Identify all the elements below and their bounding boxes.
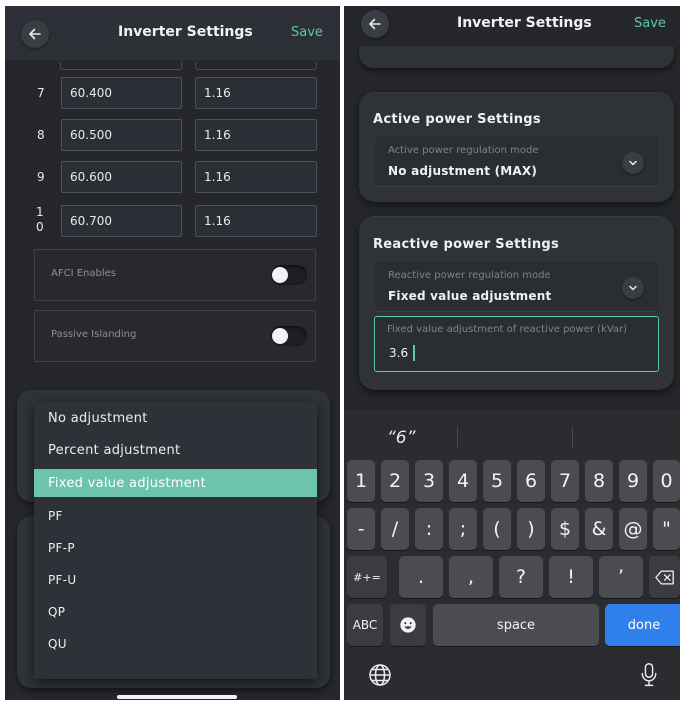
key[interactable]: 0 [653, 460, 680, 502]
text-cursor [413, 345, 415, 361]
section-title: Reactive power Settings [373, 237, 560, 252]
row-number: 8 [37, 128, 45, 142]
space-key[interactable]: space [433, 604, 599, 646]
ratio-input[interactable]: 1.16 [195, 119, 317, 151]
dropdown-option[interactable]: QU [34, 630, 317, 658]
key[interactable]: 6 [517, 460, 545, 502]
done-key[interactable]: done [605, 604, 680, 646]
dropdown-option[interactable]: PF-U [34, 566, 317, 594]
key[interactable]: " [653, 508, 680, 550]
save-button[interactable]: Save [634, 16, 666, 31]
ratio-input[interactable]: 1.16 [195, 77, 317, 109]
emoji-icon [400, 617, 416, 633]
key[interactable]: @ [619, 508, 647, 550]
key[interactable]: - [347, 508, 375, 550]
home-indicator[interactable] [117, 695, 237, 699]
suggestion-divider [457, 426, 458, 448]
key[interactable]: / [381, 508, 409, 550]
delete-key[interactable] [649, 556, 680, 598]
ratio-input[interactable]: 1.16 [195, 205, 317, 237]
settings-card-partial [359, 46, 674, 68]
select-label: Reactive power regulation mode [388, 270, 551, 281]
key[interactable]: 4 [449, 460, 477, 502]
key[interactable]: 5 [483, 460, 511, 502]
left-screen: Inverter Settings Save 7 60.400 1.16 8 6… [5, 6, 340, 700]
key[interactable]: 1 [347, 460, 375, 502]
numeric-keyboard: “6” 1 2 3 4 5 6 7 8 9 0 - / : ; ( ) $ & … [344, 410, 680, 700]
key[interactable]: $ [551, 508, 579, 550]
active-power-mode-select[interactable]: Active power regulation mode No adjustme… [375, 137, 658, 187]
toggle-knob [272, 267, 288, 283]
header-bar: Inverter Settings Save [344, 6, 680, 46]
select-value: Fixed value adjustment [388, 289, 552, 303]
arrow-left-icon [29, 28, 41, 40]
key[interactable]: ? [499, 556, 543, 598]
dropdown-option[interactable]: QP [34, 598, 317, 626]
globe-icon[interactable] [367, 662, 393, 688]
row-number: 7 [37, 86, 45, 100]
input-label: Fixed value adjustment of reactive power… [387, 324, 628, 335]
key[interactable]: 7 [551, 460, 579, 502]
chevron-down-icon[interactable] [622, 152, 644, 174]
frequency-input[interactable]: 60.500 [61, 119, 182, 151]
microphone-icon[interactable] [637, 660, 661, 690]
reactive-power-value-input[interactable]: Fixed value adjustment of reactive power… [374, 316, 659, 372]
row-number: 9 [37, 170, 45, 184]
passive-islanding-setting: Passive Islanding [34, 310, 316, 362]
key[interactable]: 9 [619, 460, 647, 502]
symbols-key[interactable]: #+= [347, 556, 387, 598]
reactive-power-mode-select[interactable]: Reactive power regulation mode Fixed val… [375, 262, 658, 312]
regulation-mode-dropdown: No adjustment Percent adjustment Fixed v… [34, 402, 317, 679]
dropdown-option[interactable]: Percent adjustment [34, 436, 317, 464]
key[interactable]: & [585, 508, 613, 550]
emoji-key[interactable] [390, 604, 426, 646]
select-value: No adjustment (MAX) [388, 164, 538, 178]
page-title: Inverter Settings [118, 24, 253, 40]
key[interactable]: ! [549, 556, 593, 598]
afci-label: AFCI Enables [51, 268, 116, 279]
save-button[interactable]: Save [291, 25, 323, 40]
back-button[interactable] [361, 10, 389, 38]
table-cell-partial [195, 62, 317, 70]
ratio-input[interactable]: 1.16 [195, 161, 317, 193]
row-number: 1 0 [36, 205, 44, 234]
active-power-card: Active power Settings Active power regul… [359, 92, 674, 202]
key[interactable]: 8 [585, 460, 613, 502]
dropdown-option[interactable]: PF-P [34, 534, 317, 562]
page-title: Inverter Settings [457, 15, 592, 31]
table-cell-partial [60, 62, 182, 70]
key[interactable]: ; [449, 508, 477, 550]
passive-islanding-toggle[interactable] [271, 326, 307, 346]
header-bar: Inverter Settings Save [5, 6, 340, 60]
key[interactable]: : [415, 508, 443, 550]
back-button[interactable] [21, 20, 49, 48]
afci-setting: AFCI Enables [34, 249, 316, 301]
frequency-input[interactable]: 60.700 [61, 205, 182, 237]
key[interactable]: 2 [381, 460, 409, 502]
arrow-left-icon [369, 18, 381, 30]
afci-toggle[interactable] [271, 265, 307, 285]
dropdown-option[interactable]: PF [34, 502, 317, 530]
frequency-input[interactable]: 60.600 [61, 161, 182, 193]
key[interactable]: 3 [415, 460, 443, 502]
keyboard-suggestion[interactable]: “6” [387, 428, 415, 448]
key[interactable]: ’ [599, 556, 643, 598]
backspace-icon [654, 570, 674, 584]
frequency-input[interactable]: 60.400 [61, 77, 182, 109]
key[interactable]: ) [517, 508, 545, 550]
chevron-down-icon[interactable] [622, 277, 644, 299]
toggle-knob [272, 328, 288, 344]
passive-islanding-label: Passive Islanding [51, 329, 137, 340]
section-title: Active power Settings [373, 112, 541, 127]
key[interactable]: . [399, 556, 443, 598]
input-value: 3.6 [389, 346, 409, 360]
suggestion-divider [572, 426, 573, 448]
key[interactable]: ( [483, 508, 511, 550]
dropdown-option-selected[interactable]: Fixed value adjustment [34, 469, 317, 497]
key[interactable]: , [449, 556, 493, 598]
abc-key[interactable]: ABC [347, 604, 383, 646]
dropdown-option[interactable]: No adjustment [34, 404, 317, 432]
select-label: Active power regulation mode [388, 145, 539, 156]
right-screen: Inverter Settings Save Active power Sett… [344, 6, 680, 700]
